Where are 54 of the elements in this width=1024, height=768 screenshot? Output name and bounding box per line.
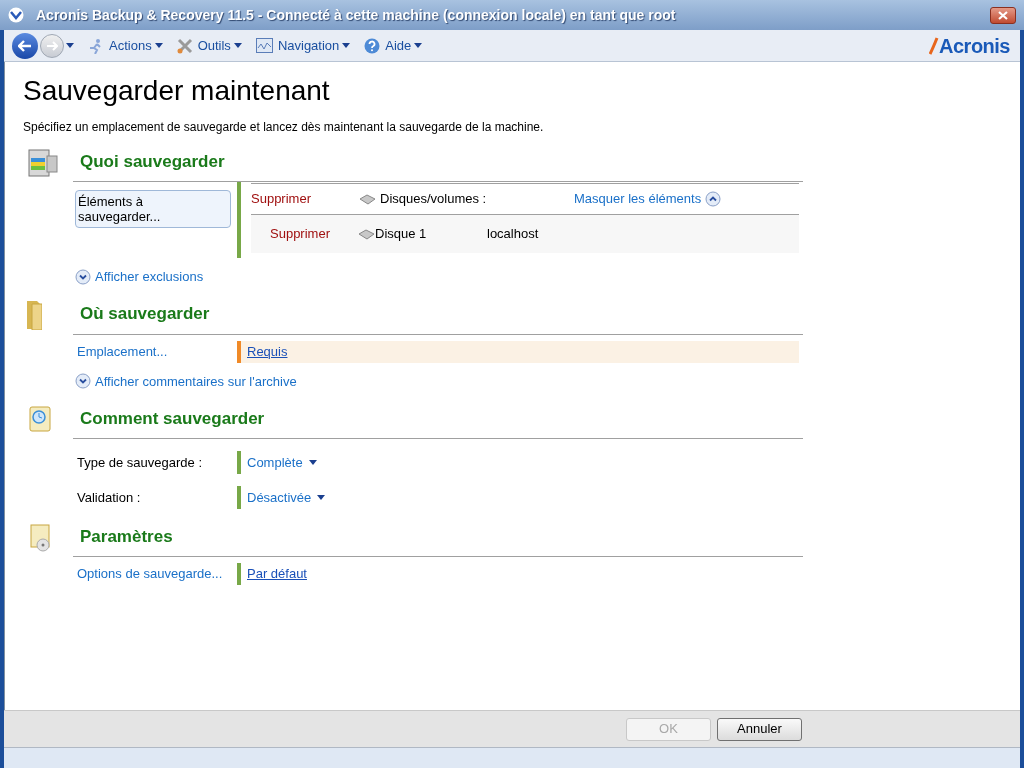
toolbar-menu[interactable]: Outils: [176, 35, 242, 56]
history-dropdown[interactable]: [66, 43, 74, 48]
app-logo-icon: [8, 7, 24, 23]
stacked-items-icon: [27, 148, 59, 178]
tools-icon: [176, 37, 193, 54]
value-dropdown[interactable]: Désactivée: [247, 487, 326, 508]
hide-items-link[interactable]: Masquer les éléments: [574, 189, 702, 209]
remove-link[interactable]: Supprimer: [251, 189, 359, 209]
close-icon: [998, 10, 1008, 20]
window-title: Acronis Backup & Recovery 11.5 - Connecté à cette machine (connexion locale) en tant que root: [36, 5, 676, 25]
disk-name: Disque 1: [375, 225, 428, 244]
back-button[interactable]: [12, 32, 38, 59]
caret-icon: [66, 43, 74, 48]
caret-icon: [154, 43, 163, 48]
caret-icon: [414, 43, 423, 48]
section-heading: Paramètres: [80, 525, 173, 548]
option-link[interactable]: Options de sauvegarde...: [73, 563, 237, 585]
value-link[interactable]: Par défaut: [247, 564, 307, 584]
expand-link[interactable]: Afficher commentaires sur l'archive: [75, 371, 297, 391]
toolbar-menu[interactable]: Aide: [364, 35, 423, 56]
caret-icon: [308, 460, 317, 465]
collapse-icon: [705, 191, 722, 207]
folder-icon: [27, 300, 42, 330]
value-dropdown[interactable]: Complète: [247, 452, 317, 473]
option-label: Type de sauvegarde :: [76, 453, 204, 472]
chart-window-icon: [255, 38, 273, 53]
option-label: Validation :: [76, 488, 142, 507]
logo-swoosh-icon: [929, 36, 940, 55]
caret-icon: [342, 43, 351, 48]
page-title: Sauvegarder maintenant: [23, 74, 331, 108]
host-name: localhost: [487, 225, 539, 244]
expand-link[interactable]: Afficher exclusions: [75, 267, 204, 287]
remove-link[interactable]: Supprimer: [270, 224, 358, 244]
help-icon: [364, 37, 381, 54]
toolbar-menu[interactable]: Navigation: [255, 35, 351, 56]
caret-icon: [317, 495, 326, 500]
section-heading: Où sauvegarder: [80, 303, 210, 326]
select-items-button[interactable]: Éléments à sauvegarder...: [75, 190, 231, 228]
expand-icon: [75, 373, 91, 390]
value-link[interactable]: Requis: [247, 341, 288, 362]
option-link[interactable]: Emplacement...: [73, 340, 237, 363]
group-label: Disques/volumes :: [380, 190, 488, 209]
section-heading: Comment sauvegarder: [80, 407, 265, 430]
close-button[interactable]: [990, 6, 1016, 24]
caret-icon: [233, 43, 242, 48]
page-description: Spécifiez un emplacement de sauvegarde et lancez dès maintenant la sauvegarde de la machine.: [23, 119, 545, 136]
expand-icon: [75, 268, 91, 285]
section-heading: Quoi sauvegarder: [80, 150, 225, 173]
forward-arrow-icon: [46, 40, 58, 51]
back-arrow-icon: [18, 39, 32, 52]
clock-card-icon: [27, 405, 53, 435]
brand-logo: Acronis: [939, 33, 1010, 59]
toolbar-menu[interactable]: Actions: [88, 35, 163, 56]
dialog-button[interactable]: Annuler: [717, 717, 802, 741]
